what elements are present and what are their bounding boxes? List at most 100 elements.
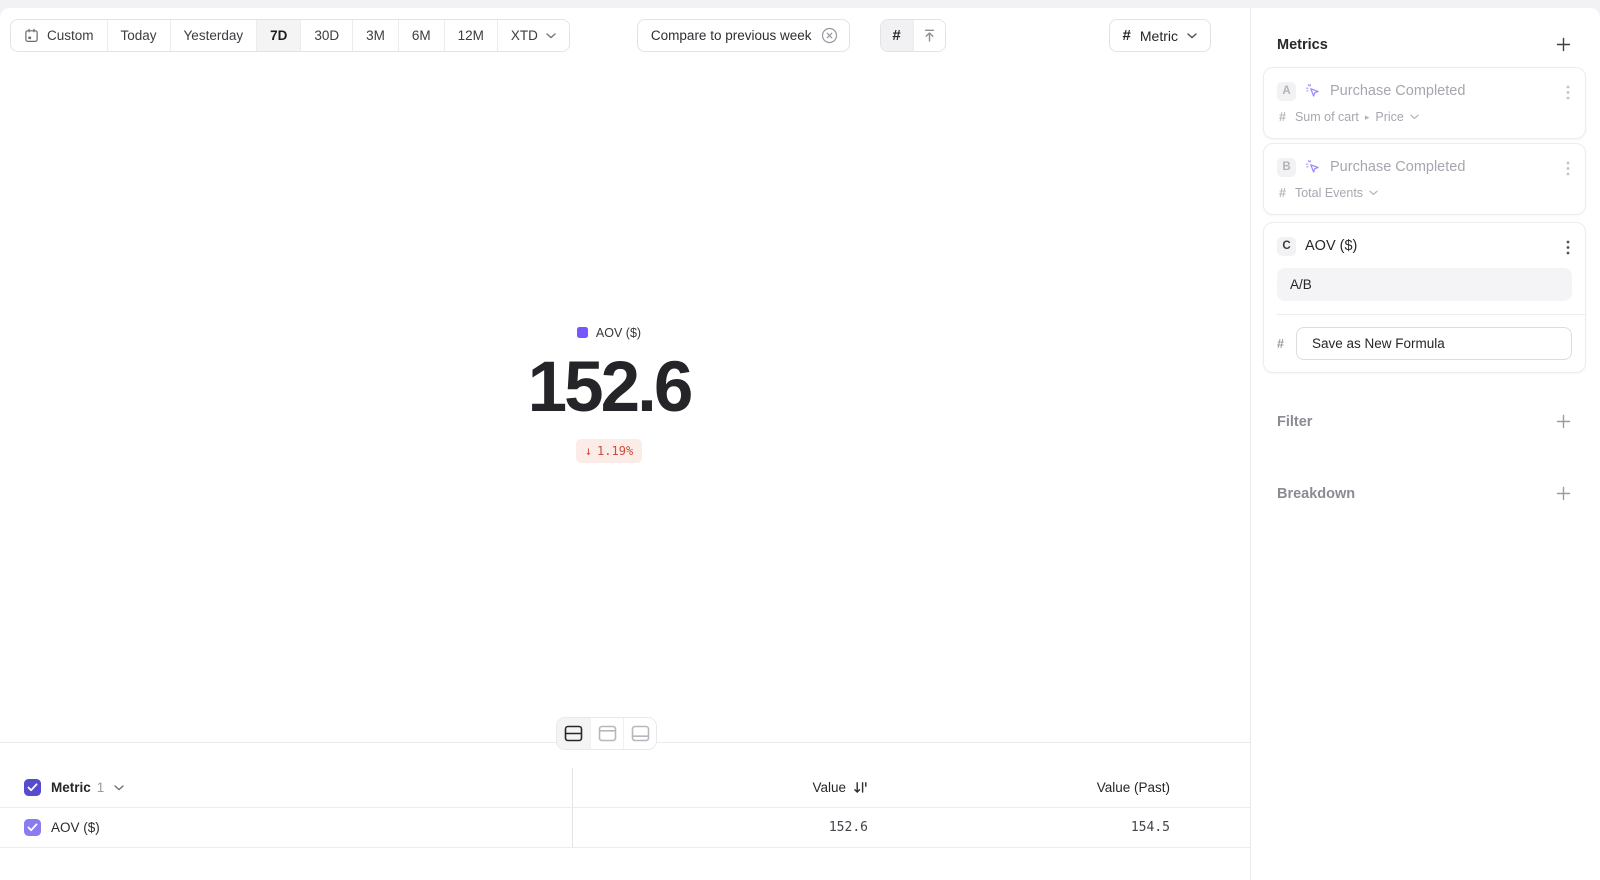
date-range-label: 6M: [412, 28, 431, 43]
table-only-icon: [631, 725, 650, 742]
layout-split-view-button[interactable]: [557, 718, 590, 749]
date-range-today[interactable]: Today: [108, 20, 171, 51]
metric-count: 1: [97, 780, 105, 795]
metrics-section-header: Metrics: [1251, 8, 1600, 67]
aggregation-selector[interactable]: Total Events: [1295, 186, 1378, 200]
date-range-label: 3M: [366, 28, 385, 43]
compare-chip[interactable]: Compare to previous week: [637, 19, 850, 52]
change-percent: 1.19%: [597, 444, 633, 458]
table-row: AOV ($) 152.6 154.5: [0, 808, 1250, 848]
date-range-12m[interactable]: 12M: [445, 20, 498, 51]
date-range-label: 7D: [270, 28, 287, 43]
property-separator-icon: ▸: [1365, 113, 1370, 122]
date-range-3m[interactable]: 3M: [353, 20, 399, 51]
hash-icon: #: [1123, 27, 1131, 44]
layout-chart-only-button[interactable]: [590, 718, 623, 749]
chevron-down-icon: [546, 33, 556, 39]
card-divider: [1277, 314, 1585, 315]
hash-icon: #: [1279, 110, 1286, 124]
chevron-down-icon: [1410, 114, 1419, 120]
formula-actions-row: # Save as New Formula: [1277, 327, 1572, 360]
date-range-label: 30D: [314, 28, 339, 43]
aggregation-label: Total Events: [1295, 186, 1363, 200]
change-badge: ↓ 1.19%: [576, 439, 642, 463]
aggregation-row: # Total Events: [1277, 186, 1572, 200]
legend-color-swatch: [577, 327, 588, 338]
split-view-icon: [564, 725, 583, 742]
metric-options-menu[interactable]: [1563, 82, 1573, 103]
aggregation-property: Price: [1375, 110, 1403, 124]
add-breakdown-button[interactable]: [1554, 484, 1573, 503]
metric-big-value: 152.6: [0, 352, 1218, 423]
add-filter-button[interactable]: [1554, 412, 1573, 431]
metric-card-title-row: A Purchase Completed: [1277, 81, 1572, 101]
save-as-new-formula-button[interactable]: Save as New Formula: [1296, 327, 1572, 360]
date-range-7d[interactable]: 7D: [257, 20, 301, 51]
chevron-down-icon: [1369, 190, 1378, 196]
value-display-toggle: #: [880, 19, 946, 52]
date-range-xtd[interactable]: XTD: [498, 20, 569, 51]
aggregation-row: # Sum of cart ▸ Price: [1277, 110, 1572, 124]
formula-metric-name: AOV ($): [1305, 238, 1357, 254]
big-number-chart: AOV ($) 152.6 ↓ 1.19%: [0, 325, 1218, 463]
aggregation-selector[interactable]: Sum of cart ▸ Price: [1295, 110, 1419, 124]
filter-section-title: Filter: [1277, 414, 1312, 430]
row-checkbox[interactable]: [24, 819, 41, 836]
value-past-column-label: Value (Past): [1097, 780, 1170, 795]
hash-icon: #: [1279, 186, 1286, 200]
arrow-down-icon: ↓: [585, 444, 592, 458]
breakdown-section-header: Breakdown: [1251, 484, 1600, 503]
cumulative-toggle[interactable]: [913, 20, 945, 51]
row-value: 152.6: [829, 820, 868, 835]
metric-card-a[interactable]: A Purchase Completed # Sum of cart ▸ Pri…: [1263, 67, 1586, 139]
filter-section-header: Filter: [1251, 412, 1600, 431]
chart-only-icon: [598, 725, 617, 742]
metric-event-name: Purchase Completed: [1330, 83, 1465, 99]
row-metric-name: AOV ($): [51, 820, 100, 835]
absolute-number-toggle[interactable]: #: [881, 20, 913, 51]
main-panel: Custom Today Yesterday 7D 30D 3M 6M 12M …: [0, 8, 1250, 880]
breakdown-section-title: Breakdown: [1277, 486, 1355, 502]
date-range-30d[interactable]: 30D: [301, 20, 353, 51]
metric-options-menu[interactable]: [1563, 158, 1573, 179]
date-range-label: XTD: [511, 28, 538, 43]
toolbar: Custom Today Yesterday 7D 30D 3M 6M 12M …: [10, 19, 1211, 52]
metric-card-c[interactable]: C AOV ($) A/B # Save as New Formula: [1263, 222, 1586, 373]
date-range-yesterday[interactable]: Yesterday: [171, 20, 258, 51]
add-metric-button[interactable]: [1554, 35, 1573, 54]
value-past-header-cell[interactable]: Value (Past): [868, 768, 1170, 807]
results-table: Metric 1 Value Value (Past) A: [0, 768, 1250, 848]
query-builder-sidebar: Metrics A Purchase Completed # Sum of ca…: [1250, 8, 1600, 880]
layout-table-only-button[interactable]: [623, 718, 656, 749]
calendar-icon: [24, 28, 39, 43]
date-range-custom[interactable]: Custom: [11, 20, 108, 51]
value-cell: 152.6: [573, 808, 868, 847]
date-range-6m[interactable]: 6M: [399, 20, 445, 51]
metric-type-dropdown[interactable]: # Metric: [1109, 19, 1211, 52]
sort-descending-icon: [853, 781, 868, 794]
arrow-to-top-icon: [922, 28, 937, 43]
metric-header-cell: Metric 1: [0, 768, 573, 807]
chart-legend[interactable]: AOV ($): [577, 326, 641, 340]
formula-input[interactable]: A/B: [1277, 268, 1572, 301]
date-range-label: Yesterday: [184, 28, 244, 43]
metric-name-cell: AOV ($): [0, 808, 573, 847]
metric-card-title-row: B Purchase Completed: [1277, 157, 1572, 177]
value-header-cell[interactable]: Value: [573, 768, 868, 807]
metric-card-b[interactable]: B Purchase Completed # Total Events: [1263, 143, 1586, 215]
metric-options-menu[interactable]: [1563, 237, 1573, 258]
date-range-label: Custom: [47, 28, 94, 43]
metric-cards: A Purchase Completed # Sum of cart ▸ Pri…: [1251, 67, 1600, 373]
date-range-label: 12M: [458, 28, 484, 43]
legend-label: AOV ($): [596, 326, 641, 340]
chevron-down-icon[interactable]: [114, 785, 124, 791]
select-all-checkbox[interactable]: [24, 779, 41, 796]
hash-icon: #: [892, 27, 900, 44]
value-past-cell: 154.5: [868, 808, 1170, 847]
row-value-past: 154.5: [1131, 820, 1170, 835]
date-range-control: Custom Today Yesterday 7D 30D 3M 6M 12M …: [10, 19, 570, 52]
metrics-section-title: Metrics: [1277, 37, 1328, 53]
metric-column-label: Metric: [51, 780, 91, 795]
remove-compare-icon[interactable]: [821, 27, 838, 44]
hash-icon: #: [1277, 337, 1284, 351]
